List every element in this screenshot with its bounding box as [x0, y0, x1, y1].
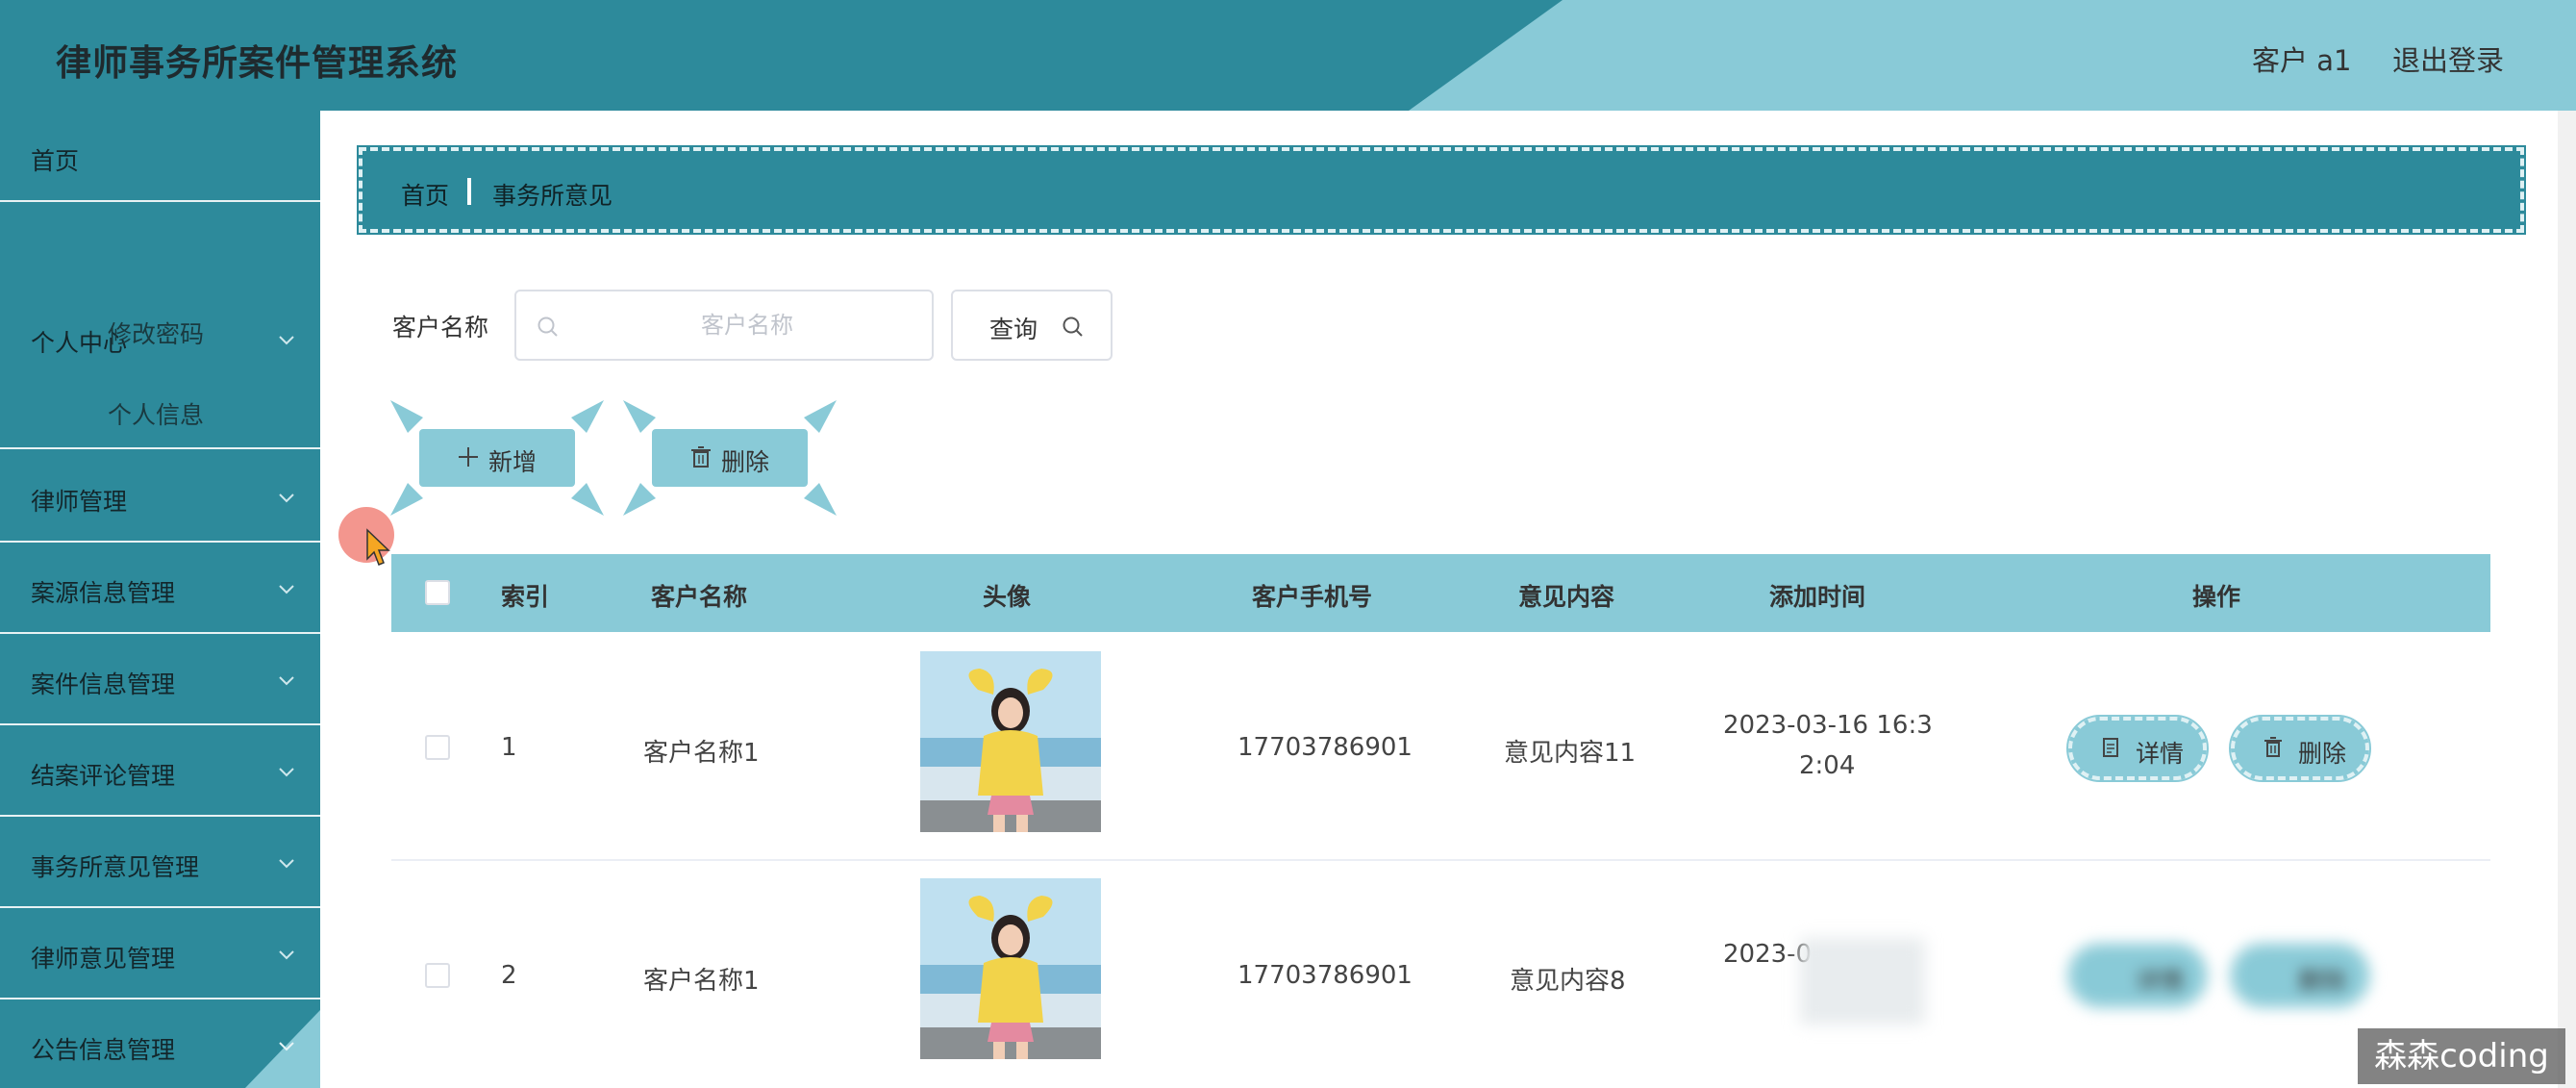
- row-checkbox[interactable]: [425, 735, 450, 760]
- trash-icon: [691, 446, 711, 468]
- chevron-down-icon: [279, 676, 294, 686]
- sidebar-item-home[interactable]: 首页: [0, 111, 320, 202]
- chevron-down-icon: [279, 950, 294, 960]
- batch-delete-button[interactable]: 删除: [623, 400, 837, 516]
- breadcrumb-separator: [467, 178, 471, 205]
- cell-name: 客户名称1: [643, 739, 760, 768]
- sidebar-item-label: 事务所意见管理: [31, 853, 200, 881]
- search-button-label: 查询: [989, 316, 1038, 343]
- blurred-region: [1800, 938, 1925, 1025]
- column-header-time: 添加时间: [1769, 583, 1866, 611]
- vertical-scrollbar[interactable]: [2558, 111, 2576, 1088]
- plus-icon: [459, 447, 478, 467]
- sidebar-item-label: 公告信息管理: [31, 1036, 176, 1064]
- corner-decoration-icon: [623, 400, 656, 433]
- row-delete-button[interactable]: 删除: [2229, 942, 2371, 1009]
- corner-decoration-icon: [390, 483, 423, 516]
- sidebar-item-closing-review-mgmt[interactable]: 结案评论管理: [0, 725, 320, 817]
- logout-link[interactable]: 退出登录: [2392, 38, 2504, 79]
- column-header-actions: 操作: [2192, 583, 2241, 611]
- cell-time-line2: 2:04: [1799, 751, 1856, 780]
- sidebar-item-case-source-mgmt[interactable]: 案源信息管理: [0, 543, 320, 634]
- sidebar-subitem-profile[interactable]: 个人信息: [108, 396, 204, 431]
- sidebar-subitem-change-password[interactable]: 修改密码: [108, 316, 204, 350]
- chevron-down-icon: [279, 585, 294, 595]
- detail-button-label: 详情: [2136, 740, 2185, 768]
- watermark: 森森coding: [2358, 1028, 2565, 1084]
- table-row: 2 客户名称1 17703786901 意见内容8 2023-0 详情 删除: [391, 861, 2490, 1088]
- add-button-label: 新增: [488, 448, 538, 476]
- corner-decoration-icon: [804, 400, 837, 433]
- search-button[interactable]: 查询: [951, 290, 1113, 361]
- row-checkbox[interactable]: [425, 963, 450, 988]
- avatar-image: [920, 878, 1101, 1059]
- corner-decoration-icon: [390, 400, 423, 433]
- chevron-down-icon: [279, 336, 294, 345]
- row-delete-label: 删除: [2298, 740, 2347, 768]
- sidebar-item-case-info-mgmt[interactable]: 案件信息管理: [0, 634, 320, 725]
- row-delete-button[interactable]: 删除: [2229, 715, 2371, 782]
- app-title: 律师事务所案件管理系统: [56, 42, 458, 84]
- detail-button[interactable]: 详情: [2066, 715, 2209, 782]
- cell-phone: 17703786901: [1238, 733, 1413, 762]
- document-icon: [2103, 738, 2118, 757]
- search-icon: [1063, 316, 1083, 337]
- top-header: 律师事务所案件管理系统 客户 a1 退出登录: [0, 0, 2576, 111]
- add-button[interactable]: 新增: [390, 400, 604, 516]
- breadcrumb-home[interactable]: 首页: [401, 177, 449, 212]
- detail-button[interactable]: 详情: [2066, 942, 2209, 1009]
- sidebar-item-label: 案件信息管理: [31, 671, 176, 698]
- avatar-image: [920, 651, 1101, 832]
- batch-delete-label: 删除: [721, 448, 770, 476]
- cell-time-line1: 2023-0: [1723, 940, 1813, 969]
- corner-decoration-icon: [571, 483, 604, 516]
- corner-decoration-icon: [623, 483, 656, 516]
- breadcrumb-current: 事务所意见: [492, 182, 613, 210]
- cell-time-line1: 2023-03-16 16:3: [1723, 711, 1933, 740]
- sidebar-item-label: 案源信息管理: [31, 579, 176, 607]
- corner-decoration-icon: [571, 400, 604, 433]
- sidebar-item-lawyer-opinion-mgmt[interactable]: 律师意见管理: [0, 908, 320, 999]
- sidebar-item-lawyer-mgmt[interactable]: 律师管理: [0, 451, 320, 543]
- cell-content: 意见内容8: [1510, 967, 1626, 996]
- cell-index: 2: [501, 961, 517, 990]
- column-header-phone: 客户手机号: [1252, 583, 1373, 611]
- avatar: [920, 651, 1101, 832]
- cell-content: 意见内容11: [1504, 739, 1637, 768]
- chevron-down-icon: [279, 1042, 294, 1051]
- search-label: 客户名称: [392, 314, 489, 342]
- cell-name: 客户名称1: [643, 967, 760, 996]
- cell-index: 1: [501, 733, 517, 762]
- table-header: 索引 客户名称 头像 客户手机号 意见内容 添加时间 操作: [391, 554, 2490, 632]
- chevron-down-icon: [279, 493, 294, 503]
- sidebar-item-label: 律师管理: [31, 488, 128, 516]
- sidebar-item-label: 律师意见管理: [31, 945, 176, 973]
- chevron-down-icon: [279, 859, 294, 869]
- column-header-index: 索引: [501, 583, 550, 611]
- sidebar-item-label: 结案评论管理: [31, 762, 176, 790]
- detail-button-label: 详情: [2136, 967, 2185, 995]
- current-user: 客户 a1: [2252, 44, 2352, 77]
- search-icon: [538, 316, 558, 337]
- trash-icon: [2264, 737, 2282, 757]
- corner-decoration-icon: [804, 483, 837, 516]
- cell-phone: 17703786901: [1238, 961, 1413, 990]
- column-header-name: 客户名称: [651, 583, 748, 611]
- sidebar-item-firm-opinion-mgmt[interactable]: 事务所意见管理: [0, 817, 320, 908]
- sidebar-item-label: 首页: [31, 147, 80, 175]
- search-input-wrapper: [514, 290, 934, 361]
- column-header-content: 意见内容: [1518, 583, 1615, 611]
- chevron-down-icon: [279, 768, 294, 777]
- row-delete-label: 删除: [2298, 967, 2347, 995]
- mouse-cursor-icon: [366, 528, 390, 566]
- breadcrumb: 首页 事务所意见: [357, 145, 2526, 235]
- table-row: 1 客户名称1 17703786901 意见内容11 2023-03-16 16…: [391, 632, 2490, 861]
- sidebar: 首页 个人中心 修改密码 个人信息 律师管理 案源信息管理 案件信息管理 结案评…: [0, 111, 320, 1088]
- column-header-avatar: 头像: [983, 583, 1032, 611]
- select-all-checkbox[interactable]: [425, 580, 450, 605]
- search-input[interactable]: [574, 301, 920, 349]
- avatar: [920, 878, 1101, 1059]
